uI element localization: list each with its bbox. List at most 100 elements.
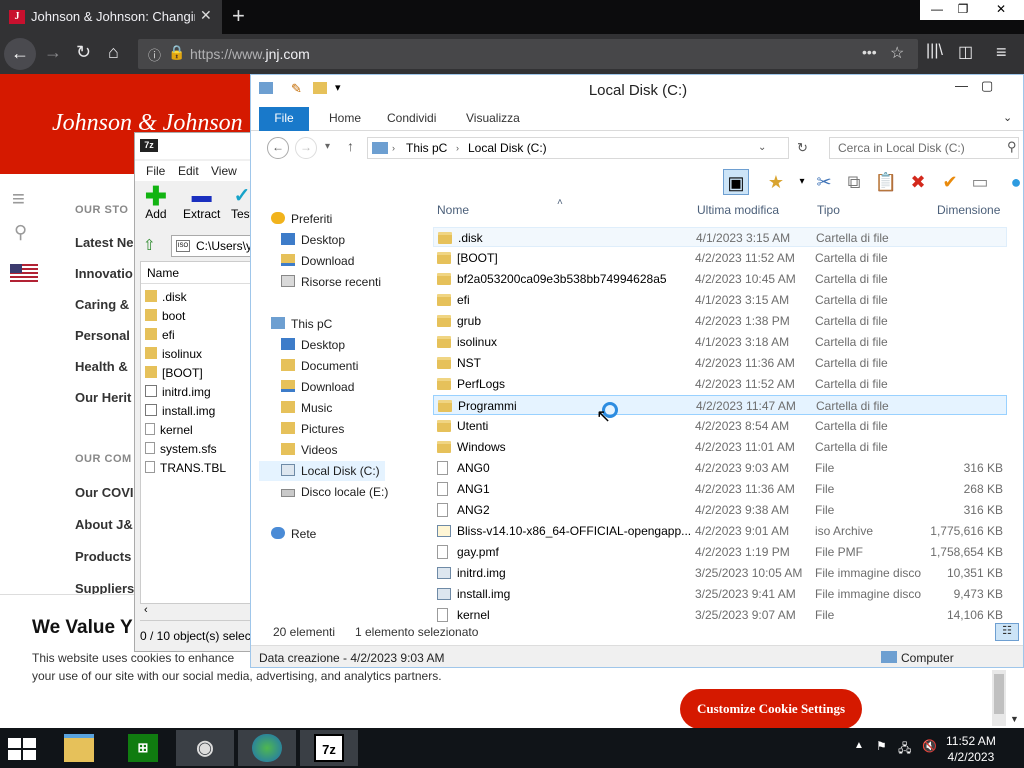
copy-icon[interactable]: ⧉	[841, 169, 867, 195]
add-button[interactable]: ✚ Add	[145, 183, 167, 221]
cut-icon[interactable]: ✂	[811, 169, 837, 195]
sidebar-icon[interactable]: ◫	[958, 42, 973, 62]
extract-button[interactable]: ▬ Extract	[183, 185, 220, 221]
forward-button[interactable]: →	[44, 42, 62, 63]
list-item[interactable]: efi	[145, 326, 175, 345]
table-row[interactable]: grub 4/2/2023 1:38 PM Cartella di file	[433, 311, 1007, 331]
search-input[interactable]: Cerca in Local Disk (C:)	[829, 137, 1019, 159]
action-flag-icon[interactable]: ⚑	[876, 739, 887, 753]
breadcrumb-chevron-icon[interactable]: ›	[392, 138, 395, 158]
explorer-maximize-button[interactable]: ▢	[981, 78, 993, 94]
table-row[interactable]: Utenti 4/2/2023 8:54 AM Cartella di file	[433, 416, 1007, 436]
browser-tab[interactable]: J Johnson & Johnson: Changing ✕	[0, 0, 222, 34]
network-icon[interactable]: 🖧	[898, 739, 911, 760]
table-row[interactable]: bf2a053200ca09e3b538bb74994628a5 4/2/2023…	[433, 269, 1007, 289]
hamburger-icon[interactable]: ≡	[12, 186, 25, 212]
nav-item-music[interactable]: Music	[281, 398, 332, 418]
nav-item-disco-locale-e[interactable]: Disco locale (E:)	[281, 482, 388, 502]
7zip-path-input[interactable]: ISO C:\Users\y	[171, 235, 257, 257]
url-bar[interactable]: ⓘ 🔒 https://www.jnj.com ••• ☆	[138, 39, 918, 69]
library-icon[interactable]: |||\	[926, 42, 943, 60]
home-icon[interactable]: ⌂	[108, 42, 119, 63]
column-name[interactable]: Nome	[437, 203, 469, 217]
details-view-icon[interactable]: ☷	[995, 623, 1019, 641]
nav-item-health[interactable]: Health &	[75, 359, 128, 374]
nav-item-download[interactable]: Download	[281, 377, 354, 397]
table-row[interactable]: gay.pmf 4/2/2023 1:19 PM File PMF 1,758,654…	[433, 542, 1007, 562]
up-arrow-icon[interactable]: ↑	[347, 138, 354, 154]
nav-item-latest[interactable]: Latest Ne	[75, 235, 134, 250]
share-icon[interactable]: ●	[1003, 169, 1023, 195]
nav-item-desktop[interactable]: Desktop	[281, 335, 345, 355]
nav-item-personal[interactable]: Personal	[75, 328, 130, 343]
table-row[interactable]: PerfLogs 4/2/2023 11:52 AM Cartella di fil…	[433, 374, 1007, 394]
list-item[interactable]: TRANS.TBL	[145, 459, 226, 478]
tab-view[interactable]: Visualizza	[466, 111, 520, 125]
address-bar[interactable]: › This pC › Local Disk (C:) ⌄	[367, 137, 789, 159]
table-row[interactable]: install.img 3/25/2023 9:41 AM File immagin…	[433, 584, 1007, 604]
taskbar-globe-app[interactable]	[238, 730, 296, 766]
menu-edit[interactable]: Edit	[178, 164, 199, 178]
properties-panel-icon[interactable]: ▭	[967, 169, 993, 195]
paste-icon[interactable]: 📋	[873, 169, 899, 195]
nav-item-heritage[interactable]: Our Herit	[75, 390, 131, 405]
nav-item-desktop[interactable]: Desktop	[281, 230, 345, 250]
address-dropdown-icon[interactable]: ⌄	[758, 138, 766, 158]
ribbon-expand-icon[interactable]: ⌄	[1003, 111, 1012, 124]
up-folder-icon[interactable]: ⇧	[143, 236, 156, 254]
delete-icon[interactable]: ✖	[905, 169, 931, 195]
nav-item-covid[interactable]: Our COVI	[75, 485, 134, 500]
customize-cookie-settings-button[interactable]: Customize Cookie Settings	[680, 689, 862, 728]
list-item[interactable]: [BOOT]	[145, 364, 203, 383]
taskbar-file-explorer[interactable]	[50, 730, 108, 766]
tab-file[interactable]: File	[259, 107, 309, 131]
page-actions-icon[interactable]: •••	[862, 44, 877, 60]
list-item[interactable]: install.img	[145, 402, 215, 421]
clock[interactable]: 11:52 AM 4/2/2023	[946, 733, 996, 765]
7zip-column-name[interactable]: Name	[141, 262, 257, 284]
nav-item-innovation[interactable]: Innovatio	[75, 266, 133, 281]
scroll-down-icon[interactable]: ▼	[1010, 714, 1019, 724]
explorer-back-button[interactable]: ←	[267, 137, 289, 159]
reload-button[interactable]: ↻	[76, 42, 91, 63]
explorer-forward-button[interactable]: →	[295, 137, 317, 159]
folder-star-icon[interactable]: ★	[763, 169, 789, 195]
nav-item-caring[interactable]: Caring &	[75, 297, 129, 312]
bookmark-star-icon[interactable]: ☆	[890, 43, 904, 63]
table-row[interactable]: efi 4/1/2023 3:15 AM Cartella di file	[433, 290, 1007, 310]
table-row[interactable]: .disk 4/1/2023 3:15 AM Cartella di file	[433, 227, 1007, 247]
new-tab-button[interactable]: +	[232, 3, 245, 29]
table-row[interactable]: NST 4/2/2023 11:36 AM Cartella di file	[433, 353, 1007, 373]
list-item[interactable]: boot	[145, 307, 185, 326]
volume-muted-icon[interactable]: 🔇	[922, 739, 937, 753]
rename-check-icon[interactable]: ✔	[937, 169, 963, 195]
menu-file[interactable]: File	[146, 164, 165, 178]
taskbar-7zip[interactable]: 7z	[300, 730, 358, 766]
info-icon[interactable]: ⓘ	[148, 45, 161, 64]
nav-item-this-pc[interactable]: This pC	[271, 314, 332, 334]
tab-close-button[interactable]: ✕	[200, 7, 212, 24]
search-icon[interactable]: ⚲	[14, 222, 27, 243]
table-row[interactable]: Windows 4/2/2023 11:01 AM Cartella di file	[433, 437, 1007, 457]
us-flag-icon[interactable]	[10, 264, 38, 282]
tab-share[interactable]: Condividi	[387, 111, 436, 125]
nav-item-documenti[interactable]: Documenti	[281, 356, 358, 376]
7zip-hscrollbar[interactable]: ‹	[140, 603, 257, 620]
tab-home[interactable]: Home	[329, 111, 361, 125]
back-button[interactable]: ←	[4, 38, 36, 70]
table-row[interactable]: Bliss-v14.10-x86_64-OFFICIAL-opengapp...…	[433, 521, 1007, 541]
list-item[interactable]: system.sfs	[145, 440, 217, 459]
file-list[interactable]: .disk 4/1/2023 3:15 AM Cartella di file [BO…	[429, 227, 1013, 623]
menu-view[interactable]: View	[211, 164, 237, 178]
list-item[interactable]: .disk	[145, 288, 187, 307]
page-scrollbar[interactable]	[992, 670, 1006, 726]
restore-button[interactable]: ❐	[946, 0, 980, 20]
nav-item-pictures[interactable]: Pictures	[281, 419, 344, 439]
table-row[interactable]: isolinux 4/1/2023 3:18 AM Cartella di file	[433, 332, 1007, 352]
nav-item-about[interactable]: About J&	[75, 517, 133, 532]
menu-icon[interactable]: ≡	[996, 42, 1007, 63]
taskbar-raccoon-app[interactable]: ◉	[176, 730, 234, 766]
table-row[interactable]: initrd.img 3/25/2023 10:05 AM File immagin…	[433, 563, 1007, 583]
column-size[interactable]: Dimensione	[937, 203, 1000, 217]
nav-item-download[interactable]: Download	[281, 251, 354, 271]
